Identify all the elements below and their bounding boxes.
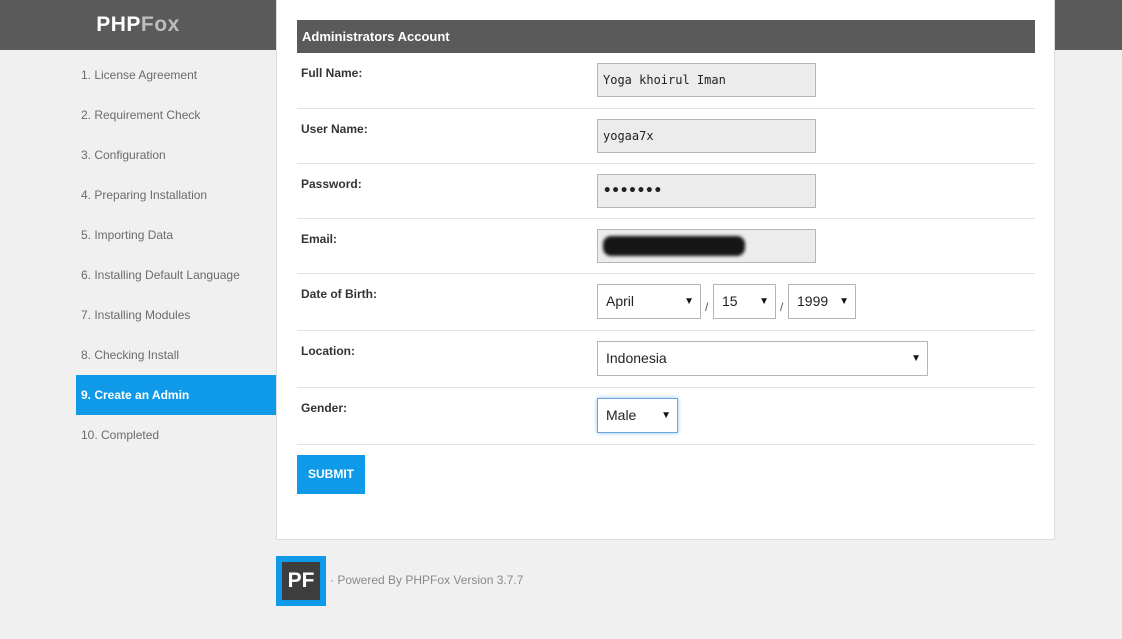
step-checking-install: 8. Checking Install [81, 348, 180, 362]
birth-month-value: April [606, 293, 635, 309]
step-completed: 10. Completed [81, 428, 160, 442]
password-row: Password: ••••••• [297, 164, 1035, 219]
gender-label: Gender: [301, 401, 348, 415]
email-label: Email: [301, 232, 338, 246]
powered-by-text: · Powered By PHPFox Version 3.7.7 [330, 573, 524, 587]
chevron-down-icon: ▼ [661, 410, 671, 421]
date-of-birth-label: Date of Birth: [301, 287, 377, 301]
chevron-down-icon: ▼ [911, 353, 921, 364]
logo-text-php: PHP [96, 13, 141, 36]
admin-account-panel: Administrators Account Full Name: Yoga k… [276, 0, 1055, 540]
pf-logo-mark: PF [282, 562, 320, 600]
gender-value: Male [606, 407, 637, 423]
redacted-email-blur [603, 236, 745, 256]
logo-text-fox: Fox [140, 13, 180, 36]
install-steps-sidebar: 1. License Agreement 2. Requirement Chec… [76, 55, 276, 455]
password-input[interactable]: ••••••• [597, 174, 816, 208]
full-name-row: Full Name: Yoga khoirul Iman [297, 53, 1035, 109]
birth-day-select[interactable]: 15 ▼ [713, 284, 776, 319]
location-label: Location: [301, 344, 355, 358]
gender-select[interactable]: Male ▼ [597, 398, 678, 433]
step-installing-default-language: 6. Installing Default Language [81, 268, 240, 282]
birth-year-select[interactable]: 1999 ▼ [788, 284, 856, 319]
date-separator: / [780, 300, 784, 314]
step-create-an-admin: 9. Create an Admin [76, 375, 276, 415]
user-name-input[interactable]: yogaa7x [597, 119, 816, 153]
email-row: Email: [297, 219, 1035, 274]
step-importing-data: 5. Importing Data [81, 228, 174, 242]
submit-button[interactable]: SUBMIT [297, 455, 365, 494]
panel-title: Administrators Account [297, 20, 1035, 53]
step-requirement-check: 2. Requirement Check [81, 108, 201, 122]
user-name-row: User Name: yogaa7x [297, 109, 1035, 164]
location-value: Indonesia [606, 350, 667, 366]
birth-year-value: 1999 [797, 293, 829, 309]
date-separator: / [705, 300, 709, 314]
birth-month-select[interactable]: April ▼ [597, 284, 701, 319]
step-preparing-installation: 4. Preparing Installation [81, 188, 208, 202]
chevron-down-icon: ▼ [684, 296, 694, 307]
step-configuration: 3. Configuration [81, 148, 166, 162]
chevron-down-icon: ▼ [759, 296, 769, 307]
location-select[interactable]: Indonesia ▼ [597, 341, 928, 376]
full-name-input[interactable]: Yoga khoirul Iman [597, 63, 816, 97]
full-name-label: Full Name: [301, 66, 363, 80]
phpfox-logo: PHP Fox [0, 0, 276, 50]
user-name-label: User Name: [301, 122, 368, 136]
email-input[interactable] [597, 229, 816, 263]
password-label: Password: [301, 177, 362, 191]
step-license-agreement: 1. License Agreement [81, 68, 198, 82]
step-installing-modules: 7. Installing Modules [81, 308, 191, 322]
chevron-down-icon: ▼ [839, 296, 849, 307]
phpfox-footer-logo: PF [276, 556, 326, 606]
birth-day-value: 15 [722, 293, 738, 309]
